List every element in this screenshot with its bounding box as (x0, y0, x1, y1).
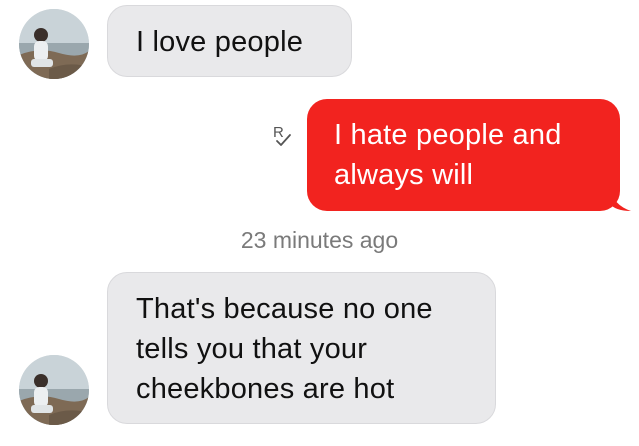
message-text-line: I hate people and (334, 119, 562, 151)
outgoing-message-bubble[interactable]: I hate people and always will (307, 99, 620, 211)
read-receipt-mark: R (273, 124, 284, 141)
bubble-tail (609, 187, 631, 211)
message-text-line: always will (334, 159, 474, 191)
read-receipt-icon: R (270, 122, 298, 150)
incoming-message-bubble[interactable]: That's because no one tells you that you… (107, 272, 496, 424)
avatar-photo (19, 355, 89, 425)
message-timestamp: 23 minutes ago (240, 227, 399, 253)
message-text-line: cheekbones are hot (136, 373, 395, 405)
message-text-line: I love people (136, 26, 304, 58)
message-text-line: tells you that your (136, 333, 368, 365)
message-text-line: That's because no one (136, 293, 433, 325)
incoming-message-bubble[interactable]: I love people (107, 5, 352, 77)
contact-avatar[interactable] (19, 9, 89, 79)
avatar-photo (19, 9, 89, 79)
contact-avatar[interactable] (19, 355, 89, 425)
